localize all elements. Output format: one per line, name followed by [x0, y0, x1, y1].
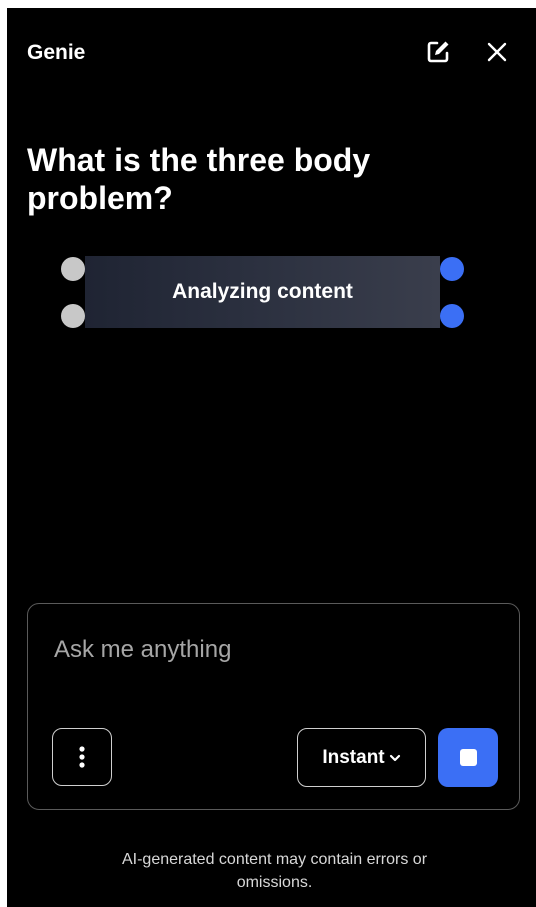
question-heading: What is the three body problem? [27, 142, 371, 216]
genie-panel: Genie What is the three body problem? An… [7, 8, 536, 907]
mode-label: Instant [322, 746, 385, 768]
more-options-button[interactable] [52, 728, 112, 786]
status-node: Analyzing content [85, 256, 440, 328]
node-handle-top-right[interactable] [440, 257, 464, 281]
edit-icon [427, 41, 449, 63]
chevron-down-icon [389, 754, 400, 761]
new-chat-button[interactable] [422, 36, 454, 68]
close-button[interactable] [481, 36, 513, 68]
stop-icon [459, 749, 477, 766]
more-vertical-icon [79, 746, 85, 768]
panel-title: Genie [27, 41, 86, 64]
chat-input[interactable]: Ask me anything [54, 636, 231, 664]
ai-disclaimer: AI-generated content may contain errors … [121, 851, 428, 891]
node-handle-top-left[interactable] [61, 257, 85, 281]
stop-button[interactable] [438, 728, 498, 787]
status-node-label: Analyzing content [172, 280, 353, 303]
node-handle-bottom-right[interactable] [440, 304, 464, 328]
chat-input-card: Ask me anything Instant [27, 603, 520, 810]
mode-dropdown[interactable]: Instant [297, 728, 426, 787]
close-icon [487, 42, 507, 62]
node-handle-bottom-left[interactable] [61, 304, 85, 328]
